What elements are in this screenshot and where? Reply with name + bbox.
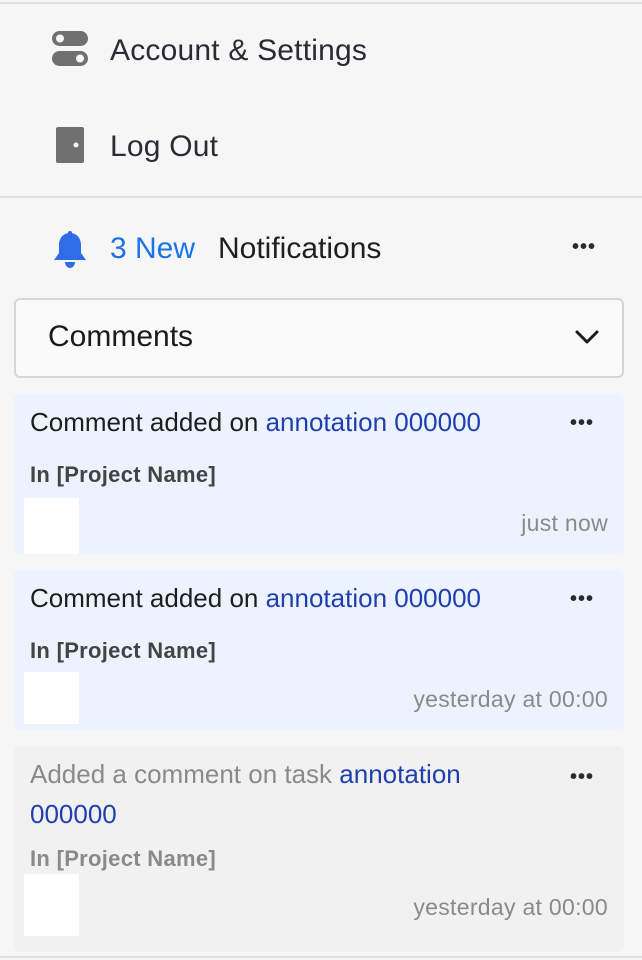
project-name: In [Project Name] (30, 846, 217, 871)
notifications-title: Notifications (218, 232, 382, 265)
notification-card[interactable]: Comment added on annotation 000000 ••• I… (14, 394, 624, 554)
notification-card[interactable]: Added a comment on task annotation 00000… (14, 746, 624, 952)
new-notification-count: 3 New (110, 232, 196, 265)
log-out-label: Log Out (110, 130, 219, 163)
avatar (24, 874, 79, 936)
notification-prefix: Comment added on (30, 407, 266, 437)
notification-prefix: Comment added on (30, 583, 266, 613)
notification-time: yesterday at 00:00 (413, 686, 608, 712)
notification-panel: Account & Settings Log Out 3 New Notific… (0, 0, 642, 960)
log-out-menu-item[interactable]: Log Out (0, 102, 642, 192)
notification-more-icon[interactable]: ••• (570, 412, 594, 435)
filter-selected-value: Comments (48, 320, 194, 353)
notification-more-icon[interactable]: ••• (570, 766, 594, 789)
notification-time: yesterday at 00:00 (413, 894, 608, 920)
notifications-more-icon[interactable]: ••• (572, 236, 596, 259)
door-icon (56, 126, 84, 168)
notification-text: Comment added on annotation 000000 (30, 578, 481, 618)
account-settings-label: Account & Settings (110, 34, 368, 67)
notification-text: Comment added on annotation 000000 (30, 402, 481, 442)
notification-card[interactable]: Comment added on annotation 000000 ••• I… (14, 570, 624, 730)
notifications-header: 3 New Notifications ••• (0, 218, 642, 282)
bell-icon (50, 230, 90, 275)
avatar (24, 672, 79, 724)
annotation-link[interactable]: annotation 000000 (266, 583, 481, 613)
chevron-down-icon (574, 328, 600, 351)
section-divider (0, 196, 642, 198)
toggles-icon (52, 30, 88, 72)
bottom-divider (0, 956, 642, 958)
notification-prefix: Added a comment on task (30, 759, 340, 789)
notification-time: just now (521, 510, 608, 536)
notification-more-icon[interactable]: ••• (570, 588, 594, 611)
project-name: In [Project Name] (30, 462, 217, 487)
annotation-link[interactable]: annotation 000000 (266, 407, 481, 437)
account-settings-menu-item[interactable]: Account & Settings (0, 6, 642, 96)
project-name: In [Project Name] (30, 638, 217, 663)
avatar (24, 498, 79, 554)
notification-filter-select[interactable]: Comments (14, 298, 624, 378)
top-divider (0, 2, 642, 4)
notification-text: Added a comment on task annotation 00000… (30, 754, 550, 834)
